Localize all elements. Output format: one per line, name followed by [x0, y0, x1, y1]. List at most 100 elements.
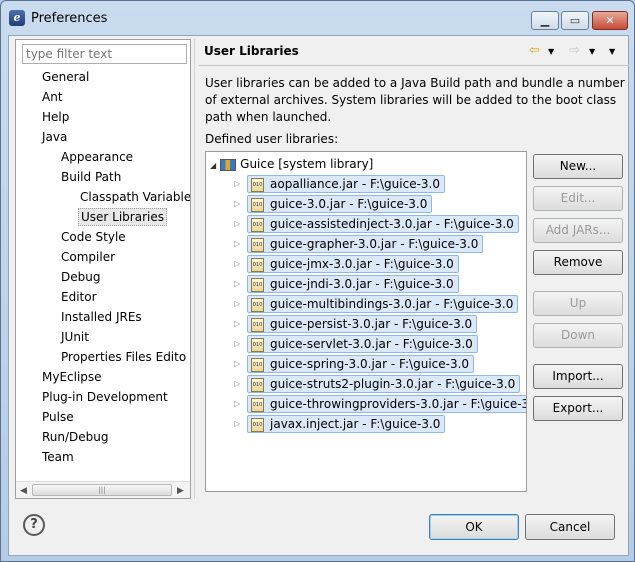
sidebar-item-compiler[interactable]: Compiler: [59, 248, 117, 266]
jar-entry-label[interactable]: 010 guice-persist-3.0.jar - F:\guice-3.0: [247, 315, 478, 333]
expand-icon[interactable]: ▷: [234, 319, 240, 328]
sidebar-item-pulse[interactable]: Pulse: [40, 408, 76, 426]
scroll-right-icon[interactable]: ▶: [177, 486, 184, 496]
jar-entry-label[interactable]: 010 guice-grapher-3.0.jar - F:\guice-3.0: [247, 235, 484, 253]
sidebar-item-help[interactable]: Help: [40, 108, 71, 126]
jar-entry-label[interactable]: 010 guice-jndi-3.0.jar - F:\guice-3.0: [247, 275, 459, 293]
sidebar-item-ant[interactable]: Ant: [40, 88, 65, 106]
jar-entry-text: guice-3.0.jar - F:\guice-3.0: [270, 197, 428, 211]
sidebar-item-editor[interactable]: Editor: [59, 288, 99, 306]
expand-icon[interactable]: ▷: [234, 419, 240, 428]
jar-entry-label[interactable]: 010 guice-multibindings-3.0.jar - F:\guic…: [247, 295, 519, 313]
jar-entry-text: guice-persist-3.0.jar - F:\guice-3.0: [270, 317, 473, 331]
jar-entry-text: guice-multibindings-3.0.jar - F:\guice-3…: [270, 297, 514, 311]
cancel-button[interactable]: Cancel: [525, 514, 615, 540]
jar-entry-label[interactable]: 010 guice-throwingproviders-3.0.jar - F:\…: [247, 395, 526, 413]
jar-entry-text: guice-assistedinject-3.0.jar - F:\guice-…: [270, 217, 514, 231]
defined-libraries-label: Defined user libraries:: [205, 132, 339, 146]
minimize-button[interactable]: ▁: [531, 11, 559, 30]
jar-icon: 010: [251, 197, 264, 212]
preference-navigator: General Ant Help Java Appearance Build P…: [15, 39, 191, 499]
expand-icon[interactable]: ▷: [234, 339, 240, 348]
expand-icon[interactable]: ▷: [234, 199, 240, 208]
sidebar-item-java[interactable]: Java: [40, 128, 69, 146]
sidebar-item-build-path[interactable]: Build Path: [59, 168, 123, 186]
filter-input[interactable]: [22, 44, 187, 64]
new-button[interactable]: New...: [533, 154, 623, 179]
forward-arrow-icon[interactable]: ⇨: [569, 43, 580, 58]
expand-icon[interactable]: ▷: [234, 219, 240, 228]
jar-entry-text: guice-grapher-3.0.jar - F:\guice-3.0: [270, 237, 479, 251]
jar-icon: 010: [251, 257, 264, 272]
remove-button[interactable]: Remove: [533, 250, 623, 275]
header-separator: [199, 65, 629, 66]
up-button[interactable]: Up: [533, 291, 623, 316]
sidebar-item-code-style[interactable]: Code Style: [59, 228, 128, 246]
sidebar-item-properties-files-editor[interactable]: Properties Files Edito: [59, 348, 188, 366]
pane-divider[interactable]: [194, 39, 195, 499]
jar-entry-text: aopalliance.jar - F:\guice-3.0: [270, 177, 441, 191]
jar-icon: 010: [251, 377, 264, 392]
sidebar-item-user-libraries[interactable]: User Libraries: [78, 208, 167, 226]
close-icon: ✕: [605, 14, 615, 27]
import-button[interactable]: Import...: [533, 364, 623, 389]
sidebar-item-debug[interactable]: Debug: [59, 268, 102, 286]
forward-menu-icon[interactable]: ▼: [589, 47, 595, 56]
window-title: Preferences: [31, 11, 108, 26]
expand-icon[interactable]: ▷: [234, 399, 240, 408]
jar-icon: 010: [251, 177, 264, 192]
sidebar-item-plugin-development[interactable]: Plug-in Development: [40, 388, 170, 406]
sidebar-item-appearance[interactable]: Appearance: [59, 148, 135, 166]
user-libraries-tree[interactable]: ◢ Guice [system library] ▷ 010 aopalliance.…: [205, 151, 527, 492]
scrollbar-thumb[interactable]: |||: [32, 484, 172, 496]
jar-entry-label[interactable]: 010 guice-spring-3.0.jar - F:\guice-3.0: [247, 355, 475, 373]
sidebar-item-general[interactable]: General: [40, 68, 91, 86]
sidebar-item-run-debug[interactable]: Run/Debug: [40, 428, 111, 446]
expand-icon[interactable]: ▷: [234, 299, 240, 308]
jar-entry-label[interactable]: 010 guice-servlet-3.0.jar - F:\guice-3.0: [247, 335, 478, 353]
edit-button[interactable]: Edit...: [533, 186, 623, 211]
jar-entry-label[interactable]: 010 javax.inject.jar - F:\guice-3.0: [247, 415, 446, 433]
expand-icon[interactable]: ▷: [234, 379, 240, 388]
jar-entry-text: guice-jmx-3.0.jar - F:\guice-3.0: [270, 257, 454, 271]
back-menu-icon[interactable]: ▼: [548, 47, 554, 56]
collapse-icon[interactable]: ◢: [210, 157, 216, 175]
back-arrow-icon[interactable]: ⇦: [529, 43, 540, 58]
sidebar-item-junit[interactable]: JUnit: [59, 328, 91, 346]
jar-entry-label[interactable]: 010 guice-assistedinject-3.0.jar - F:\gui…: [247, 215, 519, 233]
jar-icon: 010: [251, 277, 264, 292]
add-jars-button[interactable]: Add JARs...: [533, 218, 623, 243]
jar-entry-label[interactable]: 010 aopalliance.jar - F:\guice-3.0: [247, 175, 446, 193]
jar-entry-label[interactable]: 010 guice-jmx-3.0.jar - F:\guice-3.0: [247, 255, 459, 273]
title-bar[interactable]: e Preferences ▁ ▭ ✕: [1, 1, 634, 35]
preference-tree: General Ant Help Java Appearance Build P…: [16, 66, 190, 482]
library-node-guice[interactable]: ◢ Guice [system library]: [210, 155, 373, 173]
close-button[interactable]: ✕: [592, 11, 628, 30]
expand-icon[interactable]: ▷: [234, 259, 240, 268]
view-menu-icon[interactable]: ▼: [609, 47, 615, 56]
horizontal-scrollbar[interactable]: ◀ ||| ▶: [16, 481, 190, 498]
library-icon: [220, 158, 237, 171]
sidebar-item-classpath-variables[interactable]: Classpath Variable: [78, 188, 190, 206]
jar-entry-label[interactable]: 010 guice-struts2-plugin-3.0.jar - F:\gui…: [247, 375, 521, 393]
expand-icon[interactable]: ▷: [234, 359, 240, 368]
jar-entry-text: guice-struts2-plugin-3.0.jar - F:\guice-…: [270, 377, 516, 391]
jar-icon: 010: [251, 337, 264, 352]
export-button[interactable]: Export...: [533, 396, 623, 421]
minimize-icon: ▁: [540, 14, 550, 27]
sidebar-item-installed-jres[interactable]: Installed JREs: [59, 308, 144, 326]
sidebar-item-team[interactable]: Team: [40, 448, 76, 466]
ok-button[interactable]: OK: [429, 514, 519, 540]
jar-icon: 010: [251, 317, 264, 332]
help-icon[interactable]: ?: [23, 514, 45, 536]
scroll-left-icon[interactable]: ◀: [20, 486, 27, 496]
page-title: User Libraries: [204, 44, 299, 58]
expand-icon[interactable]: ▷: [234, 239, 240, 248]
down-button[interactable]: Down: [533, 323, 623, 348]
maximize-button[interactable]: ▭: [561, 11, 589, 30]
dialog-content: General Ant Help Java Appearance Build P…: [8, 35, 629, 556]
expand-icon[interactable]: ▷: [234, 279, 240, 288]
expand-icon[interactable]: ▷: [234, 179, 240, 188]
jar-entry-label[interactable]: 010 guice-3.0.jar - F:\guice-3.0: [247, 195, 433, 213]
sidebar-item-myeclipse[interactable]: MyEclipse: [40, 368, 104, 386]
